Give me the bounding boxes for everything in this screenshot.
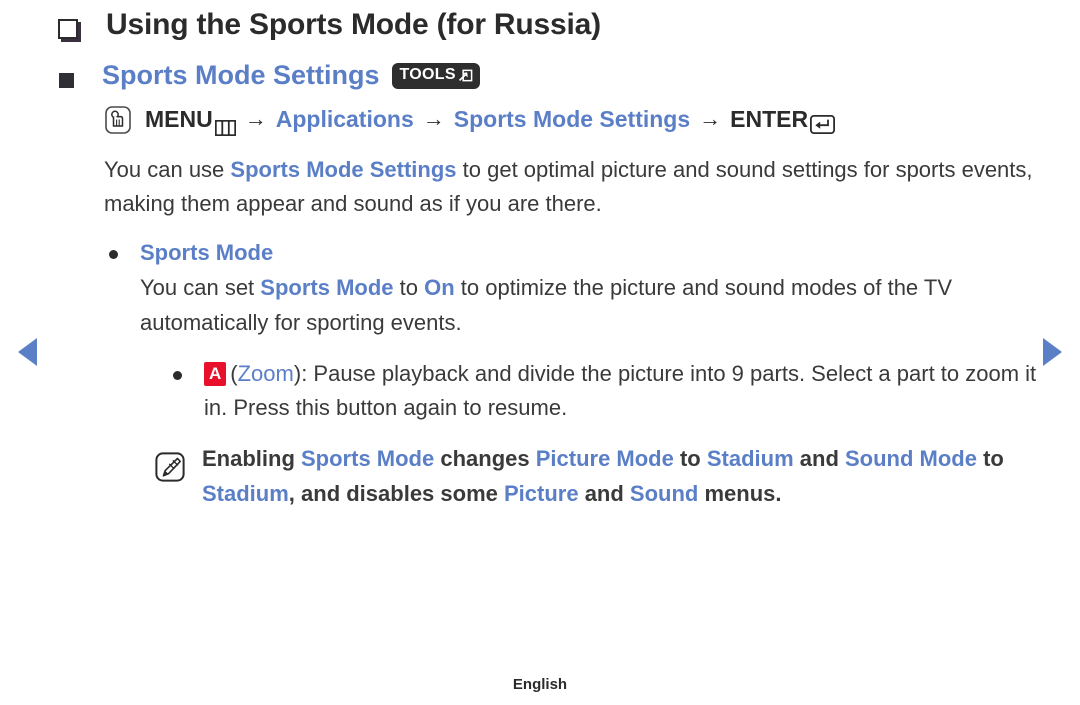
path-arrow-3: → <box>699 106 722 132</box>
section-title-row: Sports Mode Settings TOOLS <box>58 58 1043 93</box>
sub-bullet-dot-icon <box>173 370 182 380</box>
tools-badge[interactable]: TOOLS <box>391 63 480 89</box>
menu-path: MENU → Applications → Sports Mode Settin… <box>104 105 1043 136</box>
note-text-7: and <box>578 480 630 506</box>
zoom-body-text: : Pause playback and divide the picture … <box>204 360 1037 421</box>
path-item-applications[interactable]: Applications <box>276 105 414 135</box>
bullet-body-highlight-1: Sports Mode <box>260 275 394 301</box>
intro-highlight-1: Sports Mode Settings <box>230 156 457 182</box>
footer-language: English <box>512 676 568 693</box>
bullet-body-text-2: to <box>393 275 425 301</box>
page-content: Using the Sports Mode (for Russia) Sport… <box>58 6 1043 512</box>
note-text-1: Enabling <box>202 446 301 472</box>
note-text-8: menus. <box>698 480 782 506</box>
list-item-zoom: A (Zoom): Pause playback and divide the p… <box>173 357 1043 427</box>
note-highlight-2: Picture Mode <box>535 446 674 472</box>
menu-grid-icon <box>214 114 236 136</box>
intro-text-1: You can use <box>104 156 231 182</box>
bullet-body-sports-mode: You can set Sports Mode to On to optimiz… <box>140 271 1040 341</box>
manual-page: Using the Sports Mode (for Russia) Sport… <box>0 0 1080 705</box>
menu-button-label: MENU <box>145 105 213 132</box>
note-highlight-6: Picture <box>503 480 579 506</box>
next-page-arrow[interactable] <box>1043 338 1062 366</box>
bullet-title-sports-mode: Sports Mode <box>140 240 274 266</box>
page-title: Using the Sports Mode (for Russia) <box>106 8 601 41</box>
note-pencil-icon <box>155 452 185 482</box>
enter-button-label: ENTER <box>730 105 809 132</box>
zoom-bullet-body: A (Zoom): Pause playback and divide the p… <box>204 357 1043 427</box>
press-button-icon <box>104 105 132 135</box>
note-highlight-3: Stadium <box>706 446 794 472</box>
list-item-sports-mode: Sports Mode <box>104 236 1043 269</box>
section-title: Sports Mode Settings <box>102 59 380 90</box>
zoom-open-paren: ( <box>230 360 238 386</box>
tools-badge-label: TOOLS <box>399 66 456 84</box>
path-arrow-1: → <box>244 106 267 132</box>
note-text-4: and <box>793 446 845 472</box>
path-item-sports-mode-settings[interactable]: Sports Mode Settings <box>454 105 690 135</box>
note-text: Enabling Sports Mode changes Picture Mod… <box>202 442 1032 512</box>
section-title-wrap: Sports Mode Settings TOOLS <box>102 58 480 93</box>
red-a-key-badge: A <box>204 361 227 386</box>
path-arrow-2: → <box>422 106 445 132</box>
previous-page-arrow[interactable] <box>18 338 37 366</box>
tools-arrow-box-icon <box>458 68 473 83</box>
solid-square-bullet-icon <box>59 72 74 88</box>
enter-key-icon <box>810 112 836 135</box>
page-title-row: Using the Sports Mode (for Russia) <box>58 6 1043 44</box>
note-text-5: to <box>976 446 1004 472</box>
bullet-body-text-1: You can set <box>140 275 261 301</box>
intro-paragraph: You can use Sports Mode Settings to get … <box>104 153 1039 223</box>
note-highlight-7: Sound <box>629 480 699 506</box>
note-highlight-4: Sound Mode <box>845 446 977 472</box>
bullet-body-highlight-2: On <box>424 275 455 301</box>
note-highlight-5: Stadium <box>202 480 289 506</box>
note-text-3: to <box>673 446 707 472</box>
hollow-square-bullet-icon <box>58 19 78 39</box>
note-block: Enabling Sports Mode changes Picture Mod… <box>155 442 1043 512</box>
note-highlight-1: Sports Mode <box>301 446 435 472</box>
note-text-6: , and disables some <box>288 480 504 506</box>
note-text-2: changes <box>434 446 536 472</box>
zoom-highlight: Zoom <box>237 360 294 386</box>
bullet-dot-icon <box>109 250 118 260</box>
